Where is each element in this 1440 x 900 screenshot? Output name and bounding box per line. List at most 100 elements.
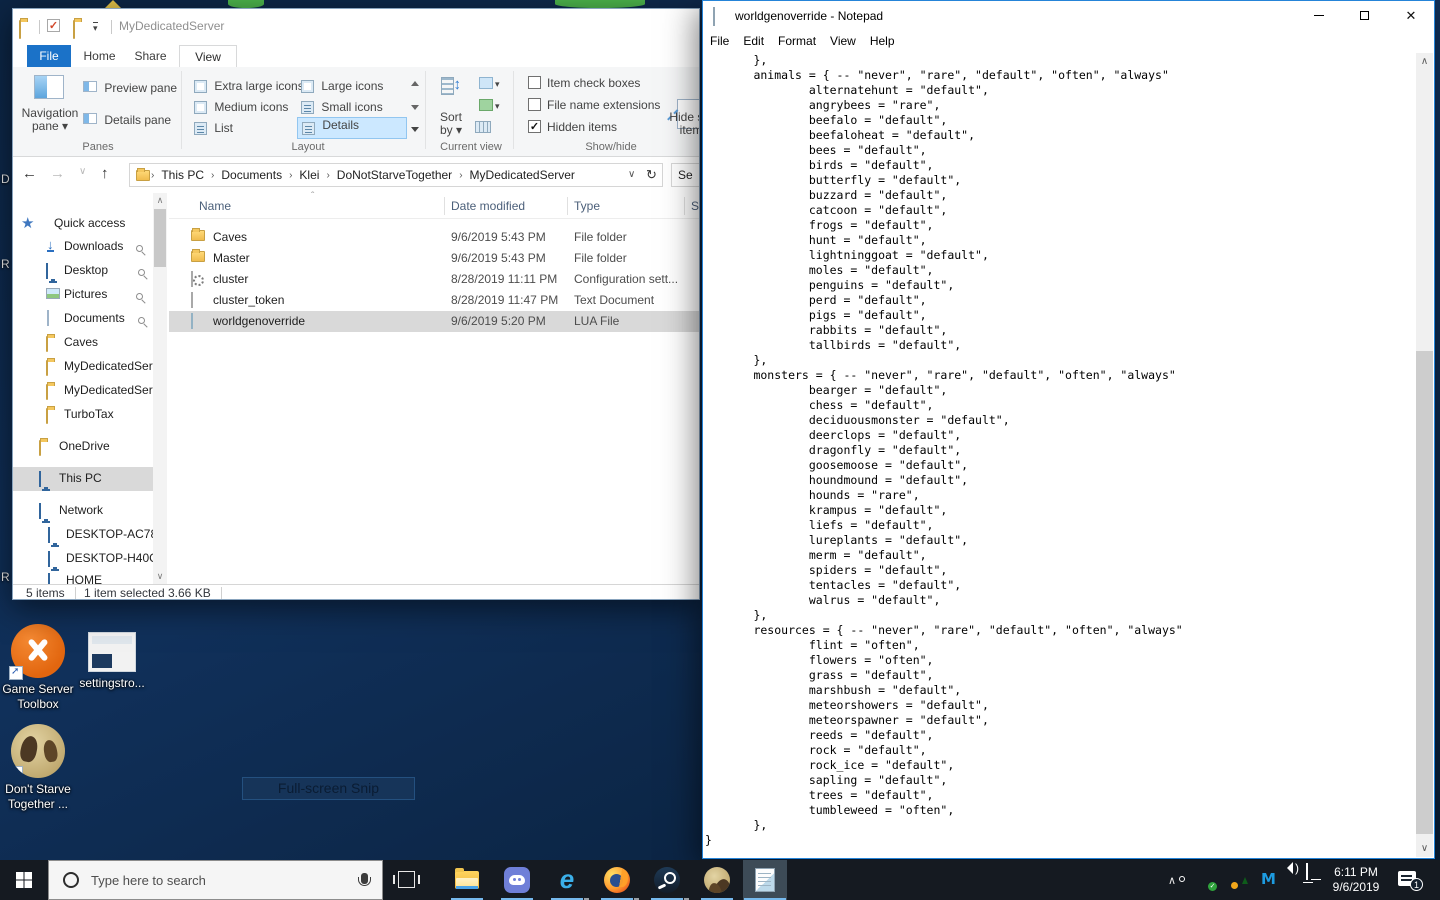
notepad-titlebar[interactable]: worldgenoverride - Notepad ✕ bbox=[703, 1, 1434, 31]
item-check-boxes-checkbox[interactable] bbox=[528, 76, 541, 89]
file-row-caves[interactable]: Caves 9/6/2019 5:43 PM File folder bbox=[169, 227, 700, 248]
sort-by-button[interactable]: Sortby ▾ bbox=[431, 111, 471, 137]
column-date-modified[interactable]: Date modified bbox=[451, 199, 525, 213]
hidden-items-label[interactable]: Hidden items bbox=[547, 120, 617, 134]
sidebar-item-documents[interactable]: Documents bbox=[13, 307, 167, 331]
sidebar-item-downloads[interactable]: ↓ Downloads bbox=[13, 235, 167, 259]
address-dropdown-icon[interactable]: ∨ bbox=[628, 169, 635, 180]
microphone-icon[interactable] bbox=[361, 873, 368, 884]
preview-pane-button[interactable]: Preview pane bbox=[83, 81, 177, 95]
hide-selected-items-label[interactable]: Hide selitem bbox=[661, 111, 700, 137]
full-screen-snip-button[interactable]: Full-screen Snip bbox=[242, 777, 415, 800]
sidebar-item-desktop[interactable]: Desktop bbox=[13, 259, 167, 283]
taskbar-discord[interactable] bbox=[495, 860, 539, 900]
sidebar-scrollbar-thumb[interactable] bbox=[154, 209, 166, 267]
scroll-up-icon[interactable]: ∧ bbox=[153, 195, 167, 206]
breadcrumb-mydedicatedserver[interactable]: MyDedicatedServer bbox=[464, 168, 581, 182]
details-option-selected[interactable]: Details bbox=[297, 117, 407, 139]
qat-new-folder-icon[interactable] bbox=[73, 20, 75, 39]
search-box[interactable]: Se bbox=[671, 163, 700, 187]
large-icons-option[interactable]: Large icons bbox=[301, 79, 383, 96]
extra-large-icons-option[interactable]: Extra large icons bbox=[194, 79, 304, 96]
small-icons-option[interactable]: Small icons bbox=[301, 100, 383, 117]
taskbar-notepad-active[interactable] bbox=[743, 860, 787, 900]
breadcrumb-this-pc[interactable]: This PC bbox=[155, 168, 210, 182]
size-columns-icon[interactable] bbox=[475, 121, 491, 133]
navigation-pane-label[interactable]: Navigationpane ▾ bbox=[19, 107, 81, 133]
back-button[interactable]: ← bbox=[22, 165, 37, 182]
sidebar-item-caves[interactable]: Caves bbox=[13, 331, 167, 355]
explorer-titlebar[interactable]: ✓ ▾ MyDedicatedServer bbox=[13, 9, 699, 45]
menu-edit[interactable]: Edit bbox=[736, 31, 771, 53]
breadcrumb-donotstarvetogether[interactable]: DoNotStarveTogether bbox=[331, 168, 458, 182]
tab-share[interactable]: Share bbox=[128, 45, 173, 67]
item-check-boxes-label[interactable]: Item check boxes bbox=[547, 76, 640, 90]
tab-view[interactable]: View bbox=[179, 45, 237, 67]
breadcrumb-klei[interactable]: Klei bbox=[293, 168, 325, 182]
sidebar-scrollbar[interactable]: ∧ ∨ bbox=[153, 193, 167, 584]
tray-network-icon[interactable] bbox=[1306, 863, 1308, 880]
file-row-cluster-token[interactable]: cluster_token 8/28/2019 11:47 PM Text Do… bbox=[169, 290, 700, 311]
minimize-button[interactable] bbox=[1296, 1, 1342, 31]
details-pane-button[interactable]: Details pane bbox=[83, 113, 171, 127]
sidebar-item-onedrive[interactable]: OneDrive bbox=[13, 435, 167, 459]
action-center-button[interactable]: 1 bbox=[1398, 871, 1416, 886]
start-button[interactable] bbox=[0, 860, 48, 900]
file-name-extensions-label[interactable]: File name extensions bbox=[547, 98, 660, 112]
tab-file[interactable]: File bbox=[27, 45, 71, 67]
desktop-icon-dont-starve-together[interactable]: Don't Starve Together ... bbox=[0, 724, 76, 812]
sidebar-item-mydedicatedserver-1[interactable]: MyDedicatedSer bbox=[13, 355, 167, 379]
sidebar-item-network[interactable]: Network bbox=[13, 499, 167, 523]
maximize-button[interactable] bbox=[1342, 1, 1388, 31]
scroll-up-icon[interactable]: ∧ bbox=[1416, 56, 1433, 67]
taskbar-steam[interactable] bbox=[645, 860, 689, 900]
file-name-extensions-checkbox[interactable] bbox=[528, 98, 541, 111]
layout-scroll-down-icon[interactable] bbox=[411, 105, 419, 110]
file-row-cluster[interactable]: cluster 8/28/2019 11:11 PM Configuration… bbox=[169, 269, 700, 290]
taskbar-search-box[interactable]: Type here to search bbox=[48, 860, 383, 900]
sidebar-item-mydedicatedserver-2[interactable]: MyDedicatedSer bbox=[13, 379, 167, 403]
taskbar-dont-starve-together[interactable] bbox=[695, 860, 739, 900]
task-view-button[interactable] bbox=[398, 871, 415, 888]
column-size[interactable]: Si bbox=[691, 199, 700, 213]
scroll-down-icon[interactable]: ∨ bbox=[153, 571, 167, 582]
forward-button[interactable]: → bbox=[50, 165, 65, 182]
qat-customize-dropdown-icon[interactable]: ▾ bbox=[93, 22, 98, 32]
menu-help[interactable]: Help bbox=[863, 31, 902, 53]
group-by-icon[interactable] bbox=[479, 77, 493, 89]
sidebar-item-quick-access[interactable]: ★ Quick access bbox=[13, 212, 167, 236]
file-row-master[interactable]: Master 9/6/2019 5:43 PM File folder bbox=[169, 248, 700, 269]
tray-malwarebytes-icon[interactable]: M bbox=[1261, 870, 1276, 888]
taskbar-internet-explorer[interactable]: e bbox=[545, 860, 589, 900]
hidden-items-checkbox[interactable]: ✓ bbox=[528, 120, 541, 133]
sidebar-item-pictures[interactable]: Pictures bbox=[13, 283, 167, 307]
taskbar-clock[interactable]: 6:11 PM 9/6/2019 bbox=[1326, 865, 1386, 895]
sidebar-item-turbotax[interactable]: TurboTax bbox=[13, 403, 167, 427]
address-field[interactable]: › This PC› Documents› Klei› DoNotStarveT… bbox=[129, 163, 663, 187]
layout-more-icon[interactable] bbox=[411, 127, 419, 132]
taskbar-file-explorer[interactable] bbox=[445, 860, 489, 900]
close-button[interactable]: ✕ bbox=[1388, 1, 1434, 31]
menu-file[interactable]: File bbox=[703, 31, 736, 53]
add-columns-icon[interactable] bbox=[479, 99, 493, 111]
notepad-scrollbar-thumb[interactable] bbox=[1416, 351, 1433, 834]
medium-icons-option[interactable]: Medium icons bbox=[194, 100, 288, 117]
sidebar-item-desktop-ac789[interactable]: DESKTOP-AC789 bbox=[13, 523, 167, 547]
desktop-icon-game-server-toolbox[interactable]: Game Server Toolbox bbox=[0, 624, 76, 712]
notepad-scrollbar[interactable]: ∧ ∨ bbox=[1416, 53, 1433, 857]
column-name[interactable]: Name bbox=[199, 199, 231, 213]
taskbar-firefox[interactable] bbox=[595, 860, 639, 900]
qat-properties-icon[interactable]: ✓ bbox=[47, 19, 60, 32]
notepad-text[interactable]: }, animals = { -- "never", "rare", "defa… bbox=[705, 53, 1415, 857]
list-option[interactable]: List bbox=[194, 121, 233, 138]
sidebar-item-desktop-h40gh[interactable]: DESKTOP-H40GH bbox=[13, 547, 167, 571]
navigation-pane-button[interactable] bbox=[34, 75, 64, 99]
scroll-down-icon[interactable]: ∨ bbox=[1416, 843, 1433, 854]
tab-home[interactable]: Home bbox=[76, 45, 123, 67]
layout-scroll-up-icon[interactable] bbox=[411, 81, 419, 86]
breadcrumb-documents[interactable]: Documents bbox=[215, 168, 288, 182]
sidebar-item-home[interactable]: HOME bbox=[13, 569, 167, 584]
recent-locations-dropdown-icon[interactable]: ∨ bbox=[79, 166, 86, 177]
tray-expand-icon[interactable]: ∧ bbox=[1168, 874, 1176, 887]
menu-view[interactable]: View bbox=[823, 31, 863, 53]
